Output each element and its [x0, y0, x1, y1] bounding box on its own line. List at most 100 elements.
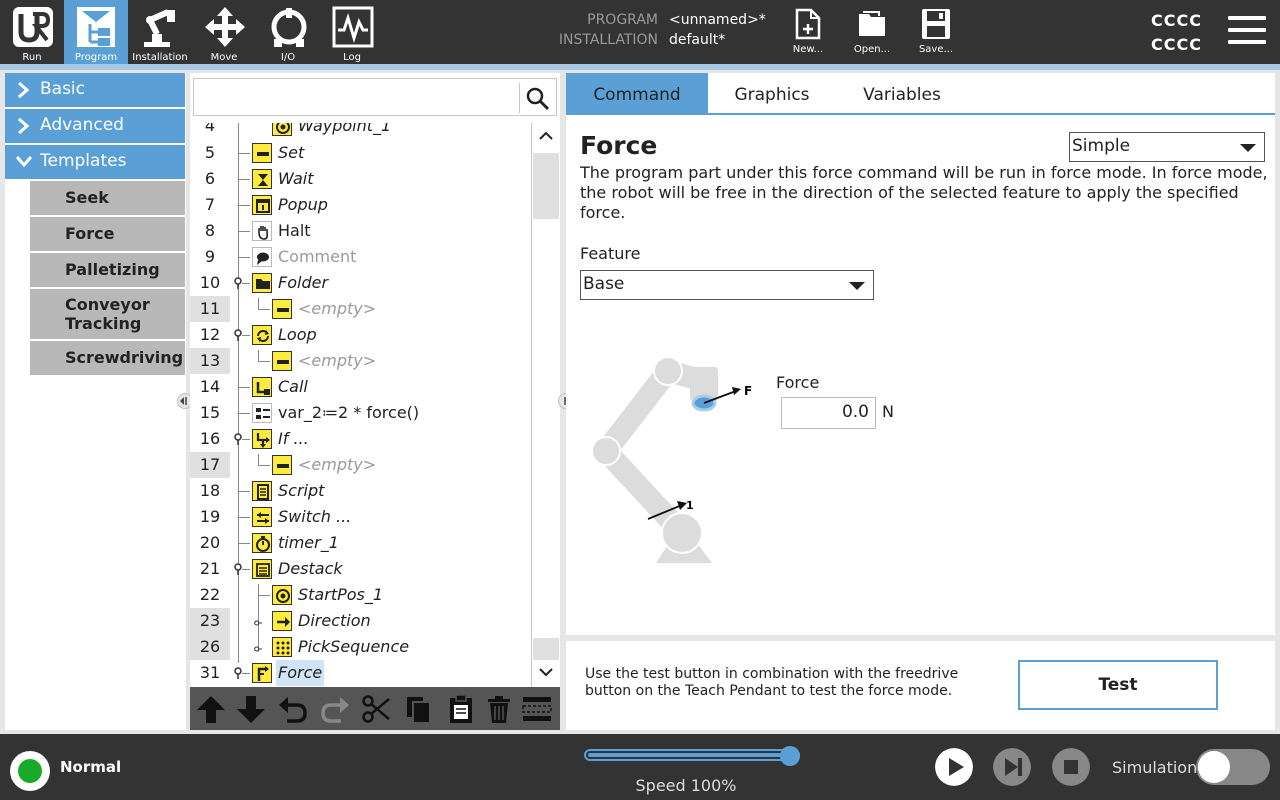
topbar-accent-line	[0, 64, 1280, 70]
force-mode-select[interactable]: Simple	[1069, 132, 1265, 162]
hand-stop-icon	[252, 221, 272, 241]
template-item-force[interactable]: Force	[30, 217, 185, 251]
step-icon[interactable]	[993, 748, 1031, 786]
top-bar: Run Program Installation Move I/O Log PR…	[0, 0, 1280, 64]
collapse-node-icon[interactable]	[234, 329, 242, 341]
nav-run-button[interactable]: Run	[0, 0, 64, 64]
tree-row-startpos[interactable]: 22 StartPos_1	[190, 582, 530, 608]
nav-move-button[interactable]: Move	[192, 0, 256, 64]
popup-icon	[252, 195, 272, 215]
nav-io-label: I/O	[280, 52, 296, 63]
tree-row-switch[interactable]: 19 Switch ...	[190, 504, 530, 530]
tree-row-direction[interactable]: 23 Direction	[190, 608, 530, 634]
tree-row-picksequence[interactable]: 26 PickSequence	[190, 634, 530, 660]
scroll-down-icon[interactable]	[538, 667, 554, 677]
set-icon	[252, 143, 272, 163]
tree-row-loop[interactable]: 12 Loop	[190, 322, 530, 348]
timer-icon	[252, 533, 272, 553]
tree-row-script[interactable]: 18 Script	[190, 478, 530, 504]
open-program-button[interactable]: Open...	[842, 0, 902, 64]
template-item-screwdriving[interactable]: Screwdriving	[30, 341, 185, 375]
tab-command[interactable]: Command	[566, 73, 708, 113]
tree-row-set[interactable]: 5 Set	[190, 140, 530, 166]
ur-logo-icon	[13, 7, 53, 47]
collapse-node-icon[interactable]	[234, 667, 242, 679]
tree-row-waypoint[interactable]: 4 Waypoint_1	[190, 123, 530, 139]
paste-icon[interactable]	[445, 693, 477, 725]
category-templates-label: Templates	[40, 151, 127, 171]
tree-row-wait[interactable]: 6 Wait	[190, 166, 530, 192]
tab-variables[interactable]: Variables	[836, 73, 968, 113]
tree-scrollbar[interactable]	[531, 123, 559, 687]
tree-row-folder[interactable]: 10 Folder	[190, 270, 530, 296]
cut-icon[interactable]	[361, 693, 393, 725]
robot-status-light-icon[interactable]	[10, 751, 50, 791]
tree-toolbar	[190, 687, 560, 730]
chevron-down-icon	[849, 282, 865, 290]
speed-slider-handle[interactable]	[780, 746, 800, 766]
command-panel: Command Graphics Variables Force Simple …	[566, 73, 1275, 635]
tree-row-assignment[interactable]: 15 var_2≔2 * force()	[190, 400, 530, 426]
feature-select[interactable]: Base	[580, 270, 874, 300]
tree-row-empty[interactable]: 11 <empty>	[190, 296, 530, 322]
tree-row-popup[interactable]: 7 Popup	[190, 192, 530, 218]
copy-icon[interactable]	[403, 693, 435, 725]
tree-row-destack[interactable]: 21 Destack	[190, 556, 530, 582]
move-down-icon[interactable]	[235, 693, 267, 725]
redo-icon[interactable]	[319, 693, 351, 725]
template-item-conveyor-tracking[interactable]: Conveyor Tracking	[30, 289, 185, 339]
nav-io-button[interactable]: I/O	[256, 0, 320, 64]
suppress-icon[interactable]	[521, 693, 553, 725]
program-nodes-panel: Basic Advanced Templates Seek Force Pall…	[5, 73, 186, 730]
save-program-button[interactable]: Save...	[906, 0, 966, 64]
hamburger-menu-icon[interactable]	[1228, 16, 1266, 48]
tree-search-input[interactable]	[193, 78, 557, 116]
save-program-label: Save...	[918, 44, 954, 55]
category-basic-label: Basic	[40, 79, 86, 99]
category-templates[interactable]: Templates	[5, 145, 185, 179]
tree-row-force-selected[interactable]: 31 Force	[190, 660, 530, 686]
tree-row-if[interactable]: 16 If ...	[190, 426, 530, 452]
test-button[interactable]: Test	[1018, 660, 1218, 710]
expand-node-icon[interactable]	[254, 643, 262, 655]
scroll-thumb[interactable]	[533, 153, 559, 219]
collapse-node-icon[interactable]	[234, 433, 242, 445]
collapse-node-icon[interactable]	[234, 277, 242, 289]
tree-row-halt[interactable]: 8 Halt	[190, 218, 530, 244]
scroll-up-icon[interactable]	[538, 131, 554, 141]
new-program-button[interactable]: New...	[778, 0, 838, 64]
stop-icon[interactable]	[1052, 748, 1090, 786]
tree-row-empty[interactable]: 13 <empty>	[190, 348, 530, 374]
template-item-seek[interactable]: Seek	[30, 181, 185, 215]
search-icon[interactable]	[526, 87, 550, 111]
force-value-input[interactable]: 0.0	[781, 397, 876, 429]
undo-icon[interactable]	[277, 693, 309, 725]
simulation-toggle[interactable]	[1196, 749, 1270, 785]
robot-arm-icon	[144, 9, 175, 47]
move-arrows-icon	[205, 7, 245, 47]
empty-node-icon	[272, 299, 292, 319]
tree-row-comment[interactable]: 9 Comment	[190, 244, 530, 270]
speed-slider[interactable]	[584, 749, 800, 761]
nav-program-button[interactable]: Program	[64, 0, 128, 64]
nav-log-button[interactable]: Log	[320, 0, 384, 64]
tree-row-empty[interactable]: 17 <empty>	[190, 452, 530, 478]
category-basic[interactable]: Basic	[5, 73, 185, 107]
move-up-icon[interactable]	[195, 693, 227, 725]
robot-status-text: Normal	[60, 758, 122, 776]
tree-row-timer[interactable]: 20 timer_1	[190, 530, 530, 556]
play-icon[interactable]	[935, 748, 973, 786]
script-icon	[252, 481, 272, 501]
delete-icon[interactable]	[483, 693, 515, 725]
expand-node-icon[interactable]	[254, 617, 262, 629]
nav-installation-button[interactable]: Installation	[128, 0, 192, 64]
template-item-palletizing[interactable]: Palletizing	[30, 253, 185, 287]
tree-row-call[interactable]: 14 Call	[190, 374, 530, 400]
diagram-label-1: 1	[686, 499, 694, 512]
direction-arrow-icon	[272, 611, 292, 631]
tab-graphics[interactable]: Graphics	[708, 73, 836, 113]
loop-icon	[252, 325, 272, 345]
nav-program-label: Program	[74, 52, 118, 63]
category-advanced[interactable]: Advanced	[5, 109, 185, 143]
collapse-node-icon[interactable]	[234, 563, 242, 575]
